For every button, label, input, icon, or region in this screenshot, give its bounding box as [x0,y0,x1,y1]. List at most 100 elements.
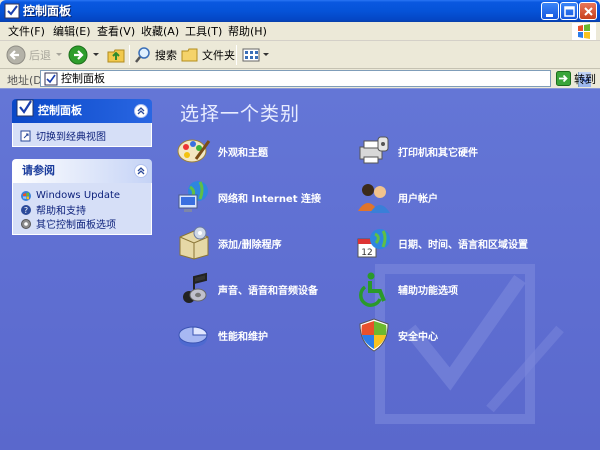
close-button[interactable] [579,2,597,20]
control-panel-panel-header[interactable]: 控制面板 [12,99,152,123]
close-icon [584,7,593,16]
category-add-remove[interactable]: 添加/删除程序 [176,225,282,261]
views-icon [242,48,260,62]
category-label: 网络和 Internet 连接 [218,193,321,205]
maximize-icon [564,6,575,17]
menu-help[interactable]: 帮助(H) [228,24,267,39]
go-arrow-icon [556,71,571,86]
forward-button[interactable] [68,43,100,67]
gear-icon [21,218,31,229]
help-support-link[interactable]: ? 帮助和支持 [20,203,144,217]
control-panel-icon [4,3,20,19]
address-value: 控制面板 [61,72,105,85]
toolbar-separator [236,45,237,65]
performance-icon [178,326,208,347]
address-input[interactable]: 控制面板 [40,70,591,87]
category-network[interactable]: 网络和 Internet 连接 [176,179,321,215]
category-appearance[interactable]: 外观和主题 [176,133,268,169]
menu-bar: 文件(F) 编辑(E) 查看(V) 收藏(A) 工具(T) 帮助(H) [0,22,600,41]
minimize-button[interactable] [541,2,559,20]
search-label: 搜索 [155,49,177,62]
category-label: 打印机和其它硬件 [398,147,478,159]
category-label: 添加/删除程序 [218,239,282,251]
windows-update-label: Windows Update [36,190,121,201]
windows-update-icon [21,190,31,201]
control-panel-icon [44,72,58,86]
back-arrow-icon [6,45,26,65]
see-also-panel-header[interactable]: 请参阅 [12,159,152,183]
chevron-up-icon [137,107,145,115]
other-options-link[interactable]: 其它控制面板选项 [20,217,144,231]
users-icon [358,184,390,213]
search-icon [135,47,150,63]
see-also-panel: 请参阅 Windows Update ? 帮助和支持 其它控制面板选项 [12,159,152,235]
folder-icon [181,48,198,62]
folders-label: 文件夹 [202,49,235,62]
toolbar-separator [129,45,130,65]
toolbar: 后退 搜索 文件夹 [0,41,600,69]
menu-file[interactable]: 文件(F) [8,24,45,39]
svg-text:?: ? [24,206,28,215]
category-accessibility[interactable]: 辅助功能选项 [356,271,458,307]
category-label: 声音、语音和音频设备 [218,285,318,297]
content-area: 控制面板 切换到经典视图 请参阅 Windows Update ? 帮助和支持 … [0,88,600,450]
collapse-button[interactable] [134,164,148,178]
category-printers[interactable]: 打印机和其它硬件 [356,133,478,169]
category-label: 安全中心 [398,331,438,343]
category-label: 外观和主题 [218,147,268,159]
maximize-button[interactable] [560,2,578,20]
other-options-label: 其它控制面板选项 [36,220,116,231]
see-also-panel-title: 请参阅 [22,164,55,177]
chevron-down-icon [56,53,62,56]
help-icon: ? [21,204,31,215]
search-button[interactable]: 搜索 [134,43,177,67]
control-panel-panel-title: 控制面板 [38,104,82,117]
help-support-label: 帮助和支持 [36,206,86,217]
go-button[interactable]: 转到 [556,70,596,87]
menu-favorites[interactable]: 收藏(A) [141,24,179,39]
menu-view[interactable]: 查看(V) [97,24,135,39]
category-date-time[interactable]: 12 日期、时间、语言和区域设置 [356,225,528,261]
collapse-button[interactable] [134,104,148,118]
category-sound[interactable]: 声音、语音和音频设备 [176,271,318,307]
control-panel-panel-body: 切换到经典视图 [12,123,152,147]
back-button[interactable]: 后退 [6,43,63,67]
date-time-icon: 12 [357,229,390,258]
views-button[interactable] [242,43,270,67]
chevron-down-icon [263,53,269,56]
category-performance[interactable]: 性能和维护 [176,317,268,353]
folders-button[interactable]: 文件夹 [181,43,235,67]
windows-logo-icon [572,23,596,40]
add-remove-icon [179,226,209,260]
title-bar[interactable]: 控制面板 [0,0,600,22]
menu-edit[interactable]: 编辑(E) [53,24,91,39]
accessibility-icon [359,272,386,307]
sound-icon [183,272,207,303]
control-panel-icon [16,99,34,117]
category-user-accounts[interactable]: 用户帐户 [356,179,438,215]
security-icon [359,318,389,352]
back-label: 后退 [29,49,51,62]
appearance-icon [177,139,211,163]
window-title: 控制面板 [23,4,72,18]
printer-icon [359,136,389,164]
switch-classic-view-label: 切换到经典视图 [36,132,106,143]
page-title: 选择一个类别 [180,103,301,125]
windows-update-link[interactable]: Windows Update [20,189,144,202]
up-folder-icon [107,49,125,63]
up-folder-button[interactable] [106,43,126,67]
forward-arrow-icon [68,45,88,65]
control-panel-window: 控制面板 文件(F) 编辑(E) 查看(V) 收藏(A) 工具(T) 帮助(H) [0,0,600,450]
switch-classic-view-link[interactable]: 切换到经典视图 [20,129,144,143]
go-label: 转到 [574,72,596,86]
network-icon [178,181,208,212]
control-panel-task-panel: 控制面板 切换到经典视图 [12,99,152,147]
see-also-panel-body: Windows Update ? 帮助和支持 其它控制面板选项 [12,183,152,235]
chevron-down-icon [93,53,99,56]
address-bar: 地址(D) 控制面板 转到 [0,69,600,88]
category-security-center[interactable]: 安全中心 [356,317,438,353]
minimize-icon [546,14,553,17]
svg-text:12: 12 [361,248,372,258]
category-label: 日期、时间、语言和区域设置 [398,239,528,251]
menu-tools[interactable]: 工具(T) [185,24,222,39]
